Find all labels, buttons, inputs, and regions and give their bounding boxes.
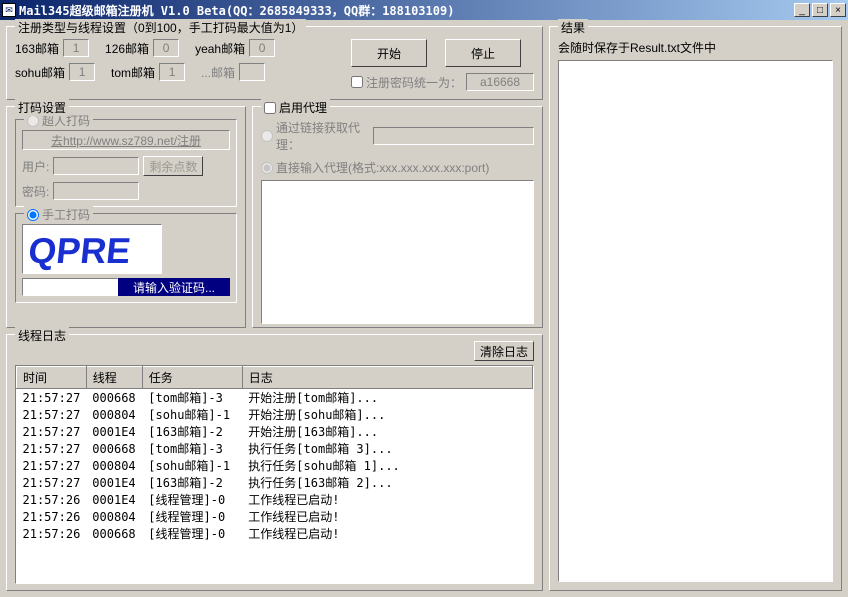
label-tom: tom邮箱 <box>111 64 155 81</box>
label-sohu: sohu邮箱 <box>15 64 65 81</box>
col-thread[interactable]: 线程 <box>86 367 142 389</box>
input-tom[interactable] <box>159 63 185 81</box>
enable-proxy-checkbox[interactable] <box>264 102 276 114</box>
col-time[interactable]: 时间 <box>17 367 87 389</box>
label-dots: ...邮箱 <box>201 64 235 81</box>
register-legend: 注册类型与线程设置（0到100，手工打码最大值为1） <box>15 19 306 36</box>
result-legend: 结果 <box>558 19 588 36</box>
unify-password-value[interactable] <box>466 73 534 91</box>
table-row[interactable]: 21:57:270001E4[163邮箱]-2开始注册[163邮箱]... <box>17 423 533 440</box>
pw-input <box>53 182 139 200</box>
captcha-input[interactable] <box>22 278 118 296</box>
result-textarea[interactable] <box>558 60 833 582</box>
user-input <box>53 157 139 175</box>
label-126: 126邮箱 <box>105 40 149 57</box>
chaoren-register-link: 去http://www.sz789.net/注册 <box>22 130 230 150</box>
proxy-direct-radio <box>261 162 273 174</box>
log-group: 线程 日志 清除日志 时间 线程 任务 日志 21:57:27000668[tom… <box>6 334 543 591</box>
app-icon: ✉ <box>2 3 16 17</box>
table-row[interactable]: 21:57:270001E4[163邮箱]-2执行任务[163邮箱 2]... <box>17 474 533 491</box>
table-row[interactable]: 21:57:26000668[线程管理]-0工作线程已启动! <box>17 525 533 542</box>
pw-label: 密码: <box>22 183 49 200</box>
table-row[interactable]: 21:57:27000668[tom邮箱]-3开始注册[tom邮箱]... <box>17 389 533 407</box>
proxy-link-label: 通过链接获取代理： <box>276 119 369 153</box>
proxy-link-radio <box>261 130 273 142</box>
result-note: 会随时保存于Result.txt文件中 <box>558 39 833 56</box>
log-legend: 线程日志 <box>15 327 69 344</box>
input-yeah[interactable] <box>249 39 275 57</box>
stop-button[interactable]: 停止 <box>445 39 521 67</box>
manual-radio[interactable] <box>27 209 39 221</box>
titlebar[interactable]: ✉ Mail345超级邮箱注册机 V1.0 Beta(QQ：2685849333… <box>0 0 848 20</box>
captcha-image: QPRE <box>22 224 162 274</box>
user-label: 用户: <box>22 158 49 175</box>
points-button: 剩余点数 <box>143 156 203 176</box>
result-group: 结果 会随时保存于Result.txt文件中 <box>549 26 842 591</box>
table-row[interactable]: 21:57:27000804[sohu邮箱]-1开始注册[sohu邮箱]... <box>17 406 533 423</box>
input-dots <box>239 63 265 81</box>
proxy-link-input <box>373 127 534 145</box>
label-163: 163邮箱 <box>15 40 59 57</box>
table-row[interactable]: 21:57:26000804[线程管理]-0工作线程已启动! <box>17 508 533 525</box>
chaoren-subgroup: 超人打码 去http://www.sz789.net/注册 用户: 剩余点数 密… <box>15 119 237 207</box>
table-row[interactable]: 21:57:27000804[sohu邮箱]-1执行任务[sohu邮箱 1]..… <box>17 457 533 474</box>
chaoren-radio[interactable] <box>27 115 39 127</box>
svg-text:QPRE: QPRE <box>27 230 133 271</box>
captcha-submit-button[interactable]: 请输入验证码... <box>118 278 230 296</box>
col-msg[interactable]: 日志 <box>242 367 532 389</box>
unify-password-checkbox[interactable]: 注册密码统一为： <box>351 74 462 91</box>
close-button[interactable]: × <box>830 3 846 17</box>
window-title: Mail345超级邮箱注册机 V1.0 Beta(QQ：2685849333，Q… <box>19 2 794 19</box>
maximize-button[interactable]: □ <box>812 3 828 17</box>
log-table[interactable]: 时间 线程 任务 日志 21:57:27000668[tom邮箱]-3开始注册[… <box>15 365 534 584</box>
label-yeah: yeah邮箱 <box>195 40 245 57</box>
start-button[interactable]: 开始 <box>351 39 427 67</box>
minimize-button[interactable]: _ <box>794 3 810 17</box>
table-row[interactable]: 21:57:27000668[tom邮箱]-3执行任务[tom邮箱 3]... <box>17 440 533 457</box>
manual-label: 手工打码 <box>42 206 90 223</box>
dama-legend: 打码设置 <box>15 99 69 116</box>
register-settings-group: 注册类型与线程设置（0到100，手工打码最大值为1） 163邮箱 126邮箱 y… <box>6 26 543 100</box>
input-126[interactable] <box>153 39 179 57</box>
col-task[interactable]: 任务 <box>142 367 242 389</box>
proxy-group: 启用代理 通过链接获取代理： 直接输入代理(格式:xxx.xxx.xxx.xxx… <box>252 106 543 328</box>
manual-subgroup: 手工打码 QPRE 请输入验证码... <box>15 213 237 303</box>
input-sohu[interactable] <box>69 63 95 81</box>
proxy-direct-label: 直接输入代理(格式:xxx.xxx.xxx.xxx:port) <box>276 159 489 176</box>
dama-group: 打码设置 超人打码 去http://www.sz789.net/注册 用户: 剩… <box>6 106 246 328</box>
clear-log-button[interactable]: 清除日志 <box>474 341 534 361</box>
input-163[interactable] <box>63 39 89 57</box>
proxy-legend: 启用代理 <box>279 99 327 116</box>
table-row[interactable]: 21:57:260001E4[线程管理]-0工作线程已启动! <box>17 491 533 508</box>
proxy-list-area[interactable] <box>261 180 534 324</box>
